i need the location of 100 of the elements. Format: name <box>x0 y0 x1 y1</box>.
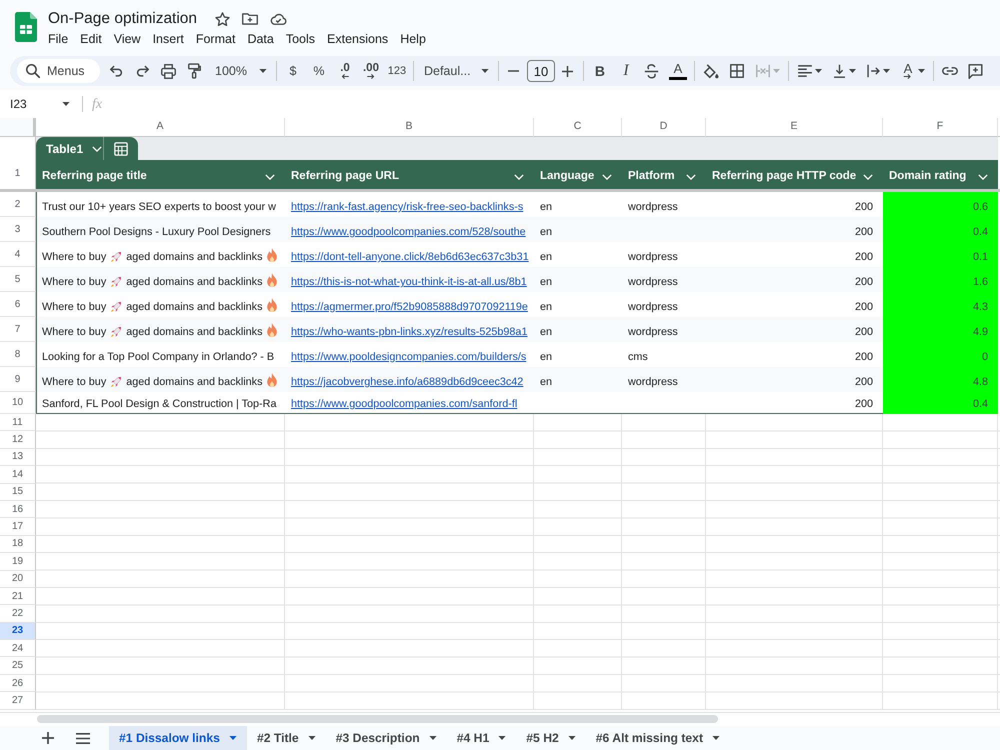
row-header[interactable]: 16 <box>0 500 36 518</box>
minus-icon[interactable] <box>508 70 520 72</box>
row-header[interactable]: 19 <box>0 553 36 571</box>
column-header[interactable]: A <box>36 118 285 137</box>
paint-roller-icon[interactable] <box>188 63 200 79</box>
row-header[interactable]: 15 <box>0 484 36 501</box>
align-bottom-icon[interactable] <box>832 64 846 78</box>
row-header[interactable]: 11 <box>0 414 36 432</box>
caret-icon[interactable] <box>814 69 822 73</box>
row-header[interactable]: 20 <box>0 570 36 588</box>
chevron-down-icon[interactable] <box>978 174 988 180</box>
row-header[interactable]: 5 <box>0 267 36 292</box>
zoom-dropdown[interactable]: 100% <box>207 58 273 84</box>
url-link[interactable]: https://www.pooldesigncompanies.com/builders/s <box>291 350 526 364</box>
row-header[interactable]: 4 <box>0 242 36 267</box>
undo-icon[interactable] <box>110 65 122 77</box>
column-header[interactable]: F <box>883 118 998 137</box>
add-comment-icon[interactable] <box>968 64 984 78</box>
chevron-down-icon[interactable] <box>602 174 612 180</box>
caret-icon[interactable] <box>918 69 925 73</box>
font-dropdown[interactable]: Defaul... <box>416 58 495 84</box>
add-sheet-icon[interactable] <box>42 732 54 744</box>
increase-decimals-button[interactable]: .00 <box>358 58 384 84</box>
url-link[interactable]: https://dont-tell-anyone.click/8eb6d63ec637c3b31 <box>291 250 529 264</box>
text-color-button[interactable]: A <box>664 58 691 84</box>
chevron-down-icon[interactable] <box>863 174 873 180</box>
url-link[interactable]: https://who-wants-pbn-links.xyz/results-525b98a1 <box>291 325 528 339</box>
bold-button[interactable]: B <box>586 58 613 84</box>
row-header[interactable]: 14 <box>0 466 36 484</box>
row-header[interactable]: 9 <box>0 367 36 392</box>
row-header[interactable]: 13 <box>0 448 36 466</box>
menu-item[interactable]: Extensions <box>327 30 388 48</box>
borders-icon[interactable] <box>730 64 744 78</box>
link-icon[interactable] <box>942 67 958 75</box>
column-header[interactable]: B <box>285 118 534 137</box>
caret-icon[interactable] <box>848 69 856 73</box>
row-header[interactable]: 3 <box>0 217 36 242</box>
row-header[interactable]: 12 <box>0 431 36 449</box>
row-header[interactable]: 2 <box>0 192 36 217</box>
row-header[interactable]: 25 <box>0 657 36 675</box>
spreadsheet-logo-icon[interactable] <box>15 12 37 42</box>
cloud-icon[interactable] <box>270 13 288 25</box>
url-link[interactable]: https://this-is-not-what-you-think-it-is-at-all.us/8b1 <box>291 275 527 289</box>
url-link[interactable]: https://jacobverghese.info/a6889db6d9ceec3c42 <box>291 375 524 389</box>
strikethrough-icon[interactable] <box>644 64 660 78</box>
horizontal-scrollbar[interactable] <box>37 715 718 723</box>
star-icon[interactable] <box>215 12 230 26</box>
redo-icon[interactable] <box>136 65 148 77</box>
row-header[interactable]: 23 <box>0 622 36 640</box>
decrease-decimals-button[interactable]: .0 <box>332 58 358 84</box>
url-link[interactable]: https://www.goodpoolcompanies.com/sanford-fl <box>291 397 518 411</box>
menu-item[interactable]: Edit <box>80 30 102 48</box>
caret-icon[interactable] <box>62 102 70 106</box>
url-link[interactable]: https://rank-fast.agency/risk-free-seo-backlinks-s <box>291 200 524 214</box>
folder-icon[interactable] <box>242 13 258 25</box>
document-title[interactable]: On-Page optimization <box>48 8 198 30</box>
row-header[interactable]: 6 <box>0 292 36 317</box>
sheet-tab[interactable]: #4 H1 <box>446 726 516 750</box>
menu-item[interactable]: Tools <box>286 30 316 48</box>
column-header[interactable]: D <box>622 118 706 137</box>
row-header[interactable]: 10 <box>0 392 36 414</box>
italic-button[interactable]: I <box>612 58 639 84</box>
paint-bucket-icon[interactable] <box>702 64 719 78</box>
text-rotation-button[interactable]: A <box>900 58 915 84</box>
menu-item[interactable]: File <box>48 30 68 48</box>
empty-cells-grid[interactable] <box>36 414 1000 710</box>
plus-icon[interactable] <box>562 66 574 76</box>
row-header[interactable]: 18 <box>0 536 36 554</box>
print-icon[interactable] <box>160 64 176 78</box>
chevron-down-icon[interactable] <box>265 174 275 180</box>
column-header[interactable]: C <box>534 118 622 137</box>
menu-item[interactable]: View <box>114 30 141 48</box>
align-left-icon[interactable] <box>798 65 812 77</box>
name-box-field[interactable]: I23 <box>10 95 62 113</box>
menu-item[interactable]: Insert <box>152 30 184 48</box>
sheet-tab[interactable]: #1 Dissalow links <box>109 726 247 750</box>
menu-item[interactable]: Help <box>400 30 426 48</box>
font-size-field[interactable]: 10 <box>526 60 555 82</box>
menu-icon[interactable] <box>76 732 90 744</box>
row-header[interactable]: 26 <box>0 674 36 692</box>
row-header[interactable]: 17 <box>0 518 36 536</box>
row-header[interactable]: 8 <box>0 342 36 367</box>
row-header[interactable]: 24 <box>0 640 36 658</box>
sheet-tab[interactable]: #5 H2 <box>516 726 586 750</box>
chevron-down-icon[interactable] <box>514 174 524 180</box>
sheet-tab[interactable]: #6 Alt missing text <box>586 726 730 750</box>
table-icon[interactable] <box>114 142 128 156</box>
menu-item[interactable]: Format <box>196 30 236 48</box>
row-header[interactable]: 7 <box>0 317 36 342</box>
sheet-tab[interactable]: #3 Description <box>326 726 447 750</box>
url-link[interactable]: https://agmermer.pro/f52b9085888d9707092119e <box>291 300 528 314</box>
column-header[interactable]: E <box>706 118 883 137</box>
row-header[interactable]: 27 <box>0 692 36 710</box>
chevron-down-icon[interactable] <box>686 174 696 180</box>
currency-button[interactable]: $ <box>280 58 306 84</box>
text-wrap-icon[interactable] <box>866 64 880 78</box>
number-format-button[interactable]: 123 <box>384 58 410 84</box>
menu-item[interactable]: Data <box>247 30 274 48</box>
row-header[interactable]: 21 <box>0 588 36 606</box>
sheet-tab[interactable]: #2 Title <box>246 726 326 750</box>
